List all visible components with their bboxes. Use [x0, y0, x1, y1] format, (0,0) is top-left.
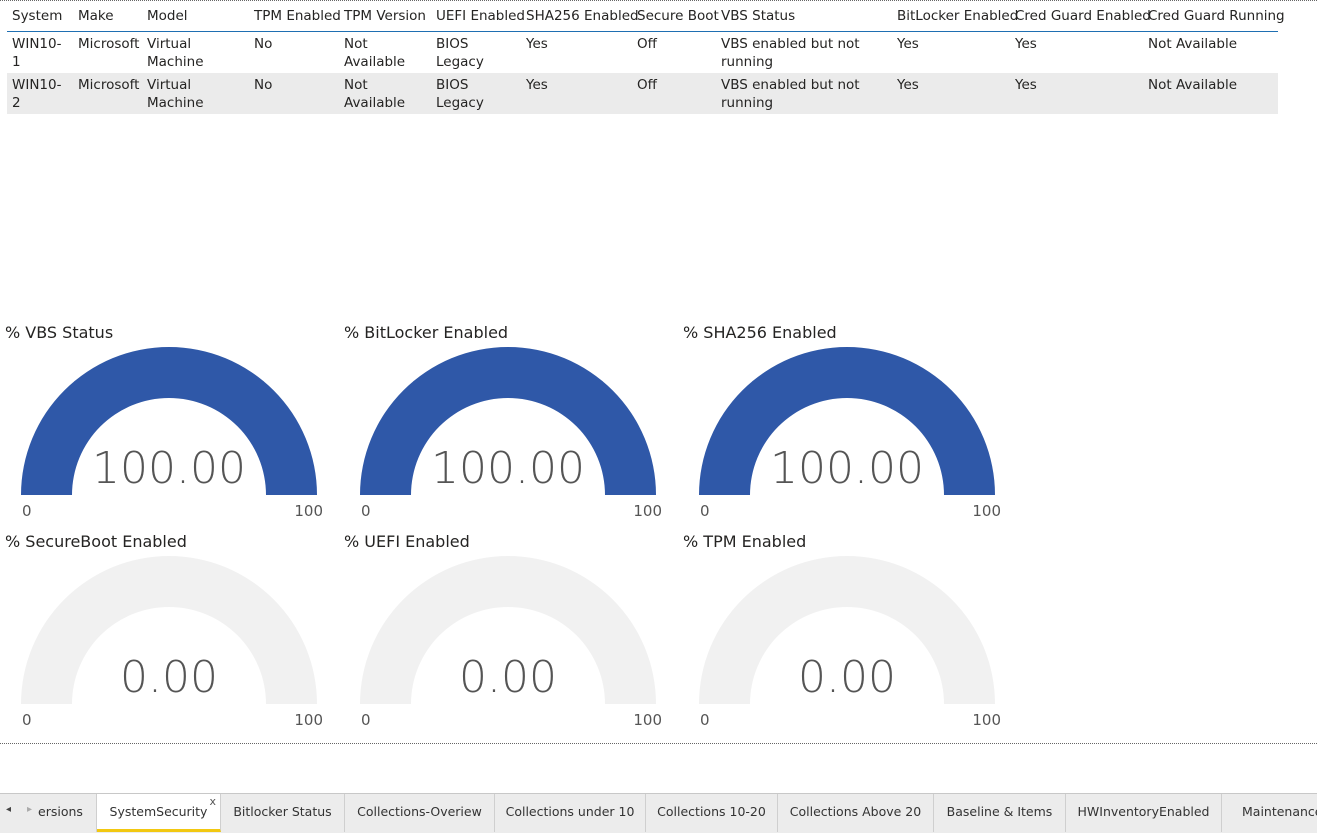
system-security-table[interactable]: System Make Model TPM Enabled TPM Versio… [7, 8, 1285, 114]
tab-maintenance[interactable]: MaintenanceT [1222, 794, 1317, 832]
tab-label: MaintenanceT [1242, 804, 1317, 819]
gauge-max-label: 100 [972, 502, 1001, 520]
column-header-model[interactable]: Model [142, 8, 249, 32]
column-header-bitlocker-enabled[interactable]: BitLocker Enabled [892, 8, 1018, 32]
gauge-value: 100.00 [431, 443, 585, 494]
table-cell: Yes [521, 73, 632, 114]
table-cell: BIOS Legacy [431, 73, 521, 114]
gauge-sha256-enabled[interactable]: % SHA256 Enabled 100.00 0 100 [683, 323, 1001, 523]
tab-hwinventoryenabled[interactable]: HWInventoryEnabled [1066, 794, 1222, 832]
table-cell: Microsoft [78, 36, 140, 52]
table-cell: VBS enabled but not running [721, 36, 860, 70]
gauge-max-label: 100 [294, 711, 323, 729]
column-header-system[interactable]: System [7, 8, 73, 32]
table-cell: Virtual Machine [142, 73, 249, 114]
table-cell: VBS enabled but not running [716, 73, 892, 114]
column-header-secure-boot[interactable]: Secure Boot [632, 8, 719, 32]
tab-scroll-right-icon[interactable]: ▸ [27, 804, 32, 815]
table-cell: Yes [1010, 73, 1143, 114]
table-row[interactable]: WIN10-2 Microsoft Virtual Machine No Not… [7, 73, 1278, 114]
gauge-tpm-enabled[interactable]: % TPM Enabled 0.00 0 100 [683, 532, 1001, 732]
table-cell: Off [632, 73, 716, 114]
column-header-sha256-enabled[interactable]: SHA256 Enabled [521, 8, 639, 32]
table-cell: Yes [892, 73, 1010, 114]
tab-baseline-items[interactable]: Baseline & Items [934, 794, 1066, 832]
tab-label: Collections 10-20 [657, 804, 766, 819]
gauge-secureboot-enabled[interactable]: % SecureBoot Enabled 0.00 0 100 [5, 532, 323, 732]
gauge-value: 100.00 [92, 443, 246, 494]
gauge-vbs-status[interactable]: % VBS Status 100.00 0 100 [5, 323, 323, 523]
gauge-arc: 100.00 [699, 347, 995, 495]
table-cell: Microsoft [73, 73, 142, 114]
tab-close-icon[interactable]: x [209, 794, 216, 820]
table-cell: Yes [1015, 36, 1037, 52]
table-cell: WIN10-1 [12, 36, 62, 70]
column-header-uefi-enabled[interactable]: UEFI Enabled [431, 8, 525, 32]
table-cell: Off [637, 36, 657, 52]
tab-label: SystemSecurity [109, 804, 208, 819]
page-tab-bar: ◂ ▸ ersions SystemSecurity x Bitlocker S… [0, 793, 1317, 833]
table-header-row: System Make Model TPM Enabled TPM Versio… [7, 8, 1285, 32]
gauge-uefi-enabled[interactable]: % UEFI Enabled 0.00 0 100 [344, 532, 662, 732]
tab-scroll-left-icon[interactable]: ◂ [6, 804, 11, 815]
table-row[interactable]: WIN10-1 Microsoft Virtual Machine No Not… [7, 32, 1278, 74]
gauge-min-label: 0 [22, 711, 32, 729]
table-cell: Yes [897, 36, 919, 52]
tab-versions[interactable]: ersions [38, 794, 97, 832]
gauge-max-label: 100 [633, 711, 662, 729]
column-header-tpm-enabled[interactable]: TPM Enabled [249, 8, 341, 32]
gauge-max-label: 100 [972, 711, 1001, 729]
tab-label: Collections Above 20 [789, 804, 922, 819]
table-cell: No [249, 73, 339, 114]
tab-collections-overview[interactable]: Collections-Overiew [345, 794, 495, 832]
gauge-min-label: 0 [22, 502, 32, 520]
tab-label: HWInventoryEnabled [1077, 804, 1210, 819]
gauge-arc: 100.00 [21, 347, 317, 495]
column-header-make[interactable]: Make [73, 8, 142, 32]
gauge-min-label: 0 [361, 711, 371, 729]
tab-label: ersions [38, 804, 83, 819]
table-cell: WIN10-2 [7, 73, 73, 114]
tab-bitlocker-status[interactable]: Bitlocker Status [221, 794, 345, 832]
gauge-max-label: 100 [294, 502, 323, 520]
gauge-arc: 0.00 [699, 556, 995, 704]
gauge-value: 0.00 [120, 652, 218, 703]
table-cell: BIOS Legacy [436, 36, 484, 70]
tab-label: Collections under 10 [505, 804, 635, 819]
tab-collections-10-20[interactable]: Collections 10-20 [646, 794, 778, 832]
gauge-max-label: 100 [633, 502, 662, 520]
tab-label: Baseline & Items [946, 804, 1053, 819]
table-cell: Not Available [1143, 73, 1278, 114]
gauge-min-label: 0 [700, 502, 710, 520]
table-cell: Yes [526, 36, 548, 52]
table-cell: Not Available [339, 73, 431, 114]
canvas-bottom-border [0, 743, 1317, 744]
tab-systemsecurity[interactable]: SystemSecurity x [97, 794, 221, 832]
gauge-value: 0.00 [798, 652, 896, 703]
tab-label: Collections-Overiew [357, 804, 482, 819]
gauge-arc: 0.00 [21, 556, 317, 704]
tab-collections-under-10[interactable]: Collections under 10 [495, 794, 646, 832]
gauge-value: 0.00 [459, 652, 557, 703]
table-cell: Virtual Machine [147, 36, 204, 70]
gauge-arc: 100.00 [360, 347, 656, 495]
tab-collections-above-20[interactable]: Collections Above 20 [778, 794, 934, 832]
column-header-vbs-status[interactable]: VBS Status [716, 8, 892, 32]
gauge-value: 100.00 [770, 443, 924, 494]
table-cell: Not Available [1148, 36, 1238, 52]
gauge-min-label: 0 [361, 502, 371, 520]
canvas-top-border [0, 0, 1317, 1]
gauge-arc: 0.00 [360, 556, 656, 704]
column-header-tpm-version[interactable]: TPM Version [339, 8, 431, 32]
table-cell: No [254, 36, 273, 52]
gauge-min-label: 0 [700, 711, 710, 729]
column-header-cred-guard-running[interactable]: Cred Guard Running [1143, 8, 1285, 32]
table-cell: Not Available [344, 36, 406, 70]
column-header-cred-guard-enabled[interactable]: Cred Guard Enabled [1010, 8, 1151, 32]
tab-label: Bitlocker Status [233, 804, 332, 819]
report-canvas: System Make Model TPM Enabled TPM Versio… [0, 0, 1317, 744]
gauge-bitlocker-enabled[interactable]: % BitLocker Enabled 100.00 0 100 [344, 323, 662, 523]
